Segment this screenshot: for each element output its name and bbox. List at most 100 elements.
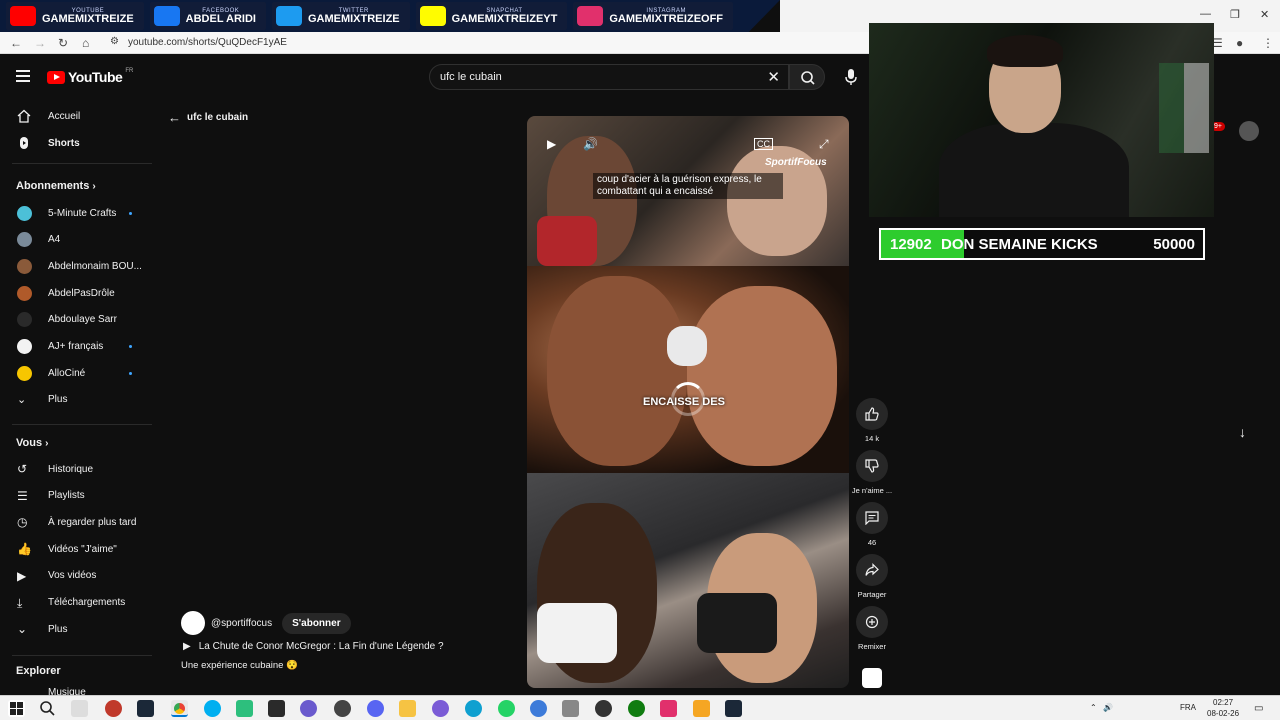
share-button[interactable] (856, 554, 888, 586)
sidebar-item-you[interactable]: ⤓ Téléchargements (0, 591, 160, 615)
channel-avatar (17, 285, 32, 301)
like-action[interactable]: 14 k (856, 398, 888, 443)
dislike-button[interactable] (856, 450, 888, 482)
back-to-search-link[interactable]: ← ufc le cubain (168, 110, 248, 125)
sidebar-item-subscription[interactable]: Abdelmonaim BOU... (0, 254, 160, 278)
sidebar-item-subscription[interactable]: AlloCiné (0, 361, 160, 385)
comments-action[interactable]: 46 (856, 502, 888, 547)
app-icon[interactable] (530, 700, 547, 717)
app-icon[interactable] (334, 700, 351, 717)
app-icon[interactable] (562, 700, 579, 717)
subscriptions-heading[interactable]: Abonnements › (16, 180, 96, 192)
banner-text: YOUTUBE GAMEMIXTREIZE (42, 8, 134, 25)
language-indicator[interactable]: FRA (1180, 703, 1196, 712)
shorts-video-player[interactable]: ▶ 🔊 CC ⤢ SportifFocus coup d'acier à la … (527, 116, 849, 688)
system-clock[interactable]: 02:27 08-02-26 (1207, 697, 1239, 719)
app-icon[interactable] (498, 700, 515, 717)
search-button[interactable] (789, 64, 825, 90)
like-button[interactable] (856, 398, 888, 430)
menu-icon[interactable] (16, 70, 30, 82)
fullscreen-icon[interactable]: ⤢ (819, 137, 829, 152)
sidebar-item-shorts[interactable]: Shorts (0, 131, 160, 155)
forward-icon[interactable]: → (34, 36, 46, 50)
address-bar[interactable]: youtube.com/shorts/QuQDecF1yAE (128, 37, 287, 48)
microphone-icon[interactable] (843, 68, 859, 86)
home-browser-icon[interactable]: ⌂ (82, 36, 89, 50)
subscribe-button[interactable]: S'abonner (282, 612, 351, 634)
channel-avatar[interactable] (181, 611, 205, 635)
sidebar-item-subscription[interactable]: AJ+ français (0, 335, 160, 359)
dislike-action[interactable]: Je n'aime ... (852, 450, 892, 495)
history-icon: ↺ (17, 462, 28, 476)
sidebar-item-subscription[interactable]: A4 (0, 228, 160, 252)
volume-icon[interactable]: 🔊 (583, 137, 598, 151)
task-view-icon[interactable] (71, 700, 88, 717)
site-info-icon[interactable]: ⚙ (110, 36, 119, 47)
sidebar-item-subscription[interactable]: ⌄ Plus (0, 388, 160, 412)
next-video-icon[interactable]: ↓ (1239, 424, 1246, 440)
search-input[interactable]: ufc le cubain ✕ (429, 64, 789, 90)
sound-action[interactable] (856, 668, 888, 688)
chrome-icon[interactable] (171, 700, 188, 717)
app-icon[interactable] (300, 700, 317, 717)
minimize-icon[interactable]: — (1200, 8, 1211, 20)
close-window-icon[interactable]: ✕ (1260, 8, 1269, 21)
video-title[interactable]: ▶ La Chute de Conor McGregor : La Fin d'… (183, 641, 444, 652)
sidebar-item-subscription[interactable]: Abdoulaye Sarr (0, 308, 160, 332)
sidebar-item-you[interactable]: ☰ Playlists (0, 484, 160, 508)
sidebar-item-you[interactable]: 👍 Vidéos "J'aime" (0, 537, 160, 561)
remix-action[interactable]: Remixer (856, 606, 888, 651)
new-content-dot (129, 211, 132, 215)
browser-menu-icon[interactable]: ⋮ (1262, 36, 1274, 50)
windows-start-icon[interactable] (8, 700, 25, 717)
reload-icon[interactable]: ↻ (58, 36, 68, 50)
sidebar-item-music[interactable]: Musique (0, 680, 160, 696)
tiktok-icon[interactable] (660, 700, 677, 717)
skype-icon[interactable] (204, 700, 221, 717)
remix-button[interactable] (856, 606, 888, 638)
steam-icon[interactable] (137, 700, 154, 717)
sidebar-divider (12, 424, 152, 425)
account-avatar[interactable] (1239, 121, 1259, 141)
sidebar-item-subscription[interactable]: AbdelPasDrôle (0, 281, 160, 305)
clear-search-icon[interactable]: ✕ (767, 68, 780, 86)
channel-name[interactable]: @sportiffocus (211, 618, 272, 629)
app-icon[interactable] (105, 700, 122, 717)
discord-icon[interactable] (367, 700, 384, 717)
comments-button[interactable] (856, 502, 888, 534)
sidebar-item-you[interactable]: ↺ Historique (0, 457, 160, 481)
edge-icon[interactable] (465, 700, 482, 717)
volume-tray-icon[interactable]: 🔊 (1103, 703, 1113, 712)
fighter-shorts (697, 593, 777, 653)
notifications-tray-icon[interactable]: ▭ (1254, 703, 1263, 714)
obs-icon[interactable] (595, 700, 612, 717)
youtube-logo[interactable]: YouTube FR (47, 68, 133, 85)
sidebar-item-you[interactable]: ◷ À regarder plus tard (0, 510, 160, 534)
channel-info: @sportiffocus S'abonner (181, 611, 351, 635)
sound-thumbnail[interactable] (862, 668, 882, 688)
sidebar-item-subscription[interactable]: 5-Minute Crafts (0, 201, 160, 225)
sidebar-item-you[interactable]: ⌄ Plus (0, 617, 160, 641)
sidebar-item-accueil[interactable]: Accueil (0, 104, 160, 128)
xbox-icon[interactable] (628, 700, 645, 717)
stream-social-banner: YOUTUBE GAMEMIXTREIZE FACEBOOK ABDEL ARIDI T… (0, 0, 780, 32)
share-action[interactable]: Partager (856, 554, 888, 599)
steam-icon[interactable] (725, 700, 742, 717)
profile-icon[interactable]: ● (1236, 36, 1243, 50)
fighter-shorts (537, 603, 617, 663)
tray-expand-icon[interactable]: ⌃ (1090, 703, 1097, 712)
play-icon[interactable]: ▶ (547, 137, 556, 151)
search-taskbar-icon[interactable] (39, 700, 56, 717)
play-small-icon: ▶ (183, 641, 191, 652)
epic-games-icon[interactable] (268, 700, 285, 717)
app-icon[interactable] (693, 700, 710, 717)
file-explorer-icon[interactable] (399, 700, 416, 717)
app-icon[interactable] (432, 700, 449, 717)
captions-icon[interactable]: CC (754, 138, 773, 150)
back-icon[interactable]: ← (10, 36, 22, 50)
maximize-icon[interactable]: ❐ (1230, 8, 1240, 21)
you-heading[interactable]: Vous › (16, 437, 48, 449)
app-icon[interactable] (236, 700, 253, 717)
twitter-icon (275, 6, 302, 26)
sidebar-item-you[interactable]: ▶ Vos vidéos (0, 564, 160, 588)
